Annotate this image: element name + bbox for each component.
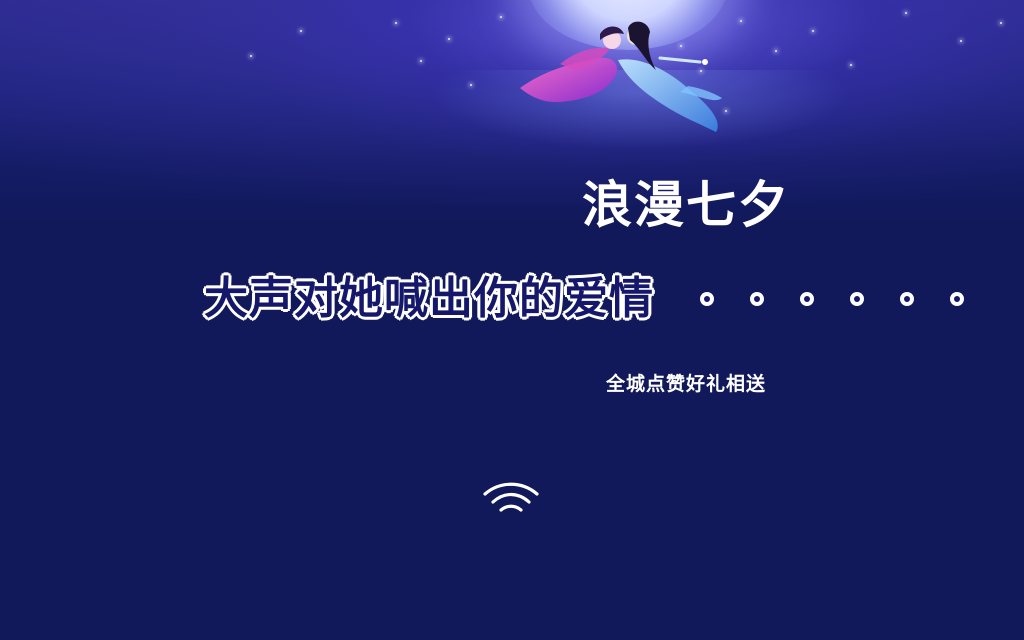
ellipsis-mark bbox=[950, 292, 964, 306]
promo-subline: 全城点赞好礼相送 bbox=[606, 373, 767, 395]
ellipsis-mark bbox=[900, 292, 914, 306]
banner-canvas: 浪漫七夕 大声对她喊出你的爱情 全城点赞好礼相送 bbox=[0, 0, 1024, 640]
ellipsis-mark bbox=[850, 292, 864, 306]
headline-text: 大声对她喊出你的爱情 bbox=[204, 273, 654, 324]
ellipsis-mark bbox=[700, 292, 714, 306]
ellipsis-mark bbox=[750, 292, 764, 306]
flying-couple-illustration bbox=[520, 21, 722, 132]
page-title: 浪漫七夕 bbox=[582, 176, 790, 234]
headline: 大声对她喊出你的爱情 bbox=[204, 262, 654, 324]
trailing-ellipsis bbox=[700, 292, 980, 312]
wifi-icon bbox=[483, 482, 539, 512]
ellipsis-mark bbox=[800, 292, 814, 306]
